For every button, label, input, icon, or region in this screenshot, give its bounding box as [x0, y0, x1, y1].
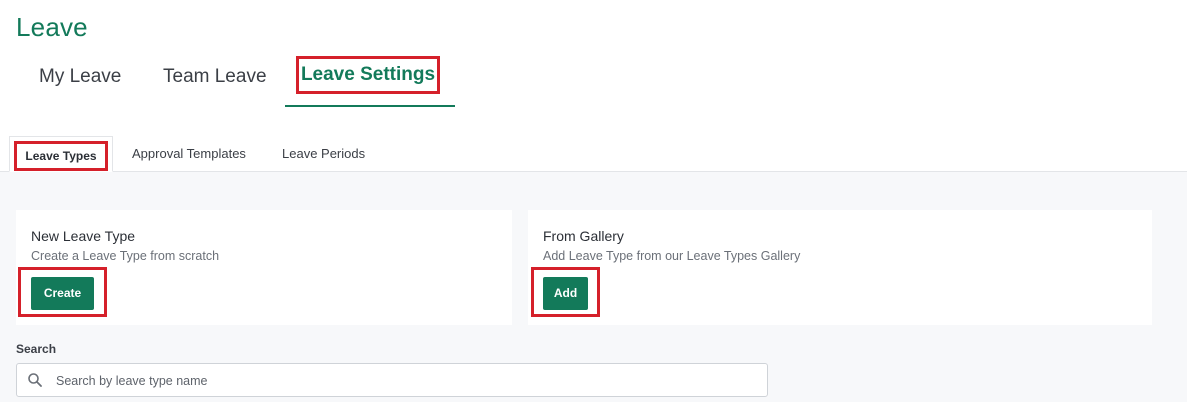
subtab-leave-types[interactable]: Leave Types: [9, 136, 113, 172]
tab-my-leave[interactable]: My Leave: [39, 66, 121, 88]
card-title: From Gallery: [543, 228, 624, 244]
subtab-leave-periods[interactable]: Leave Periods: [282, 136, 365, 172]
add-button-highlight: Add: [531, 267, 600, 317]
tab-team-leave[interactable]: Team Leave: [163, 66, 267, 88]
card-title: New Leave Type: [31, 228, 136, 244]
create-button-highlight: Create: [18, 267, 107, 317]
search-box: [16, 363, 768, 398]
add-button[interactable]: Add: [543, 277, 588, 310]
create-button[interactable]: Create: [31, 277, 94, 310]
search-input[interactable]: [54, 364, 758, 398]
subtab-leave-types-label: Leave Types: [14, 141, 108, 171]
from-gallery-card: From Gallery Add Leave Type from our Lea…: [528, 210, 1152, 325]
sub-tab-bar: Leave Types Approval Templates Leave Per…: [0, 136, 1187, 172]
active-tab-underline: [285, 105, 455, 107]
subtab-approval-templates[interactable]: Approval Templates: [132, 136, 246, 172]
tab-leave-settings[interactable]: Leave Settings: [296, 56, 440, 94]
page-title: Leave: [16, 12, 88, 42]
search-label: Search: [16, 342, 57, 356]
new-leave-type-card: New Leave Type Create a Leave Type from …: [16, 210, 512, 325]
search-icon: [27, 372, 43, 388]
top-tab-bar: My Leave Team Leave Leave Settings: [0, 50, 1187, 108]
card-subtitle: Create a Leave Type from scratch: [31, 249, 220, 263]
card-subtitle: Add Leave Type from our Leave Types Gall…: [543, 249, 801, 263]
